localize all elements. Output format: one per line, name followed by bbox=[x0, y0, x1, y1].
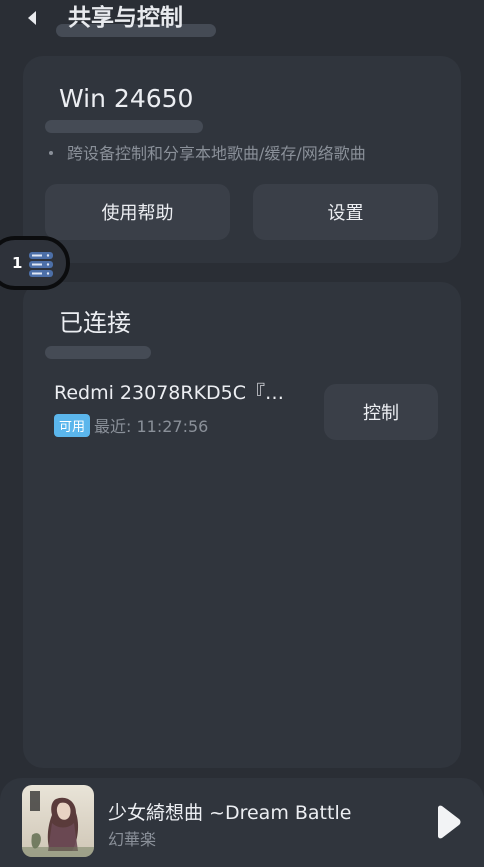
player-bar[interactable]: 少女綺想曲 ~Dream Battle 幻華楽 bbox=[0, 778, 484, 867]
host-description-text: 跨设备控制和分享本地歌曲/缓存/网络歌曲 bbox=[67, 144, 366, 163]
device-meta: 可用 最近: 11:27:56 bbox=[54, 413, 208, 437]
back-arrow-icon bbox=[26, 10, 38, 26]
connected-heading-wrap: 已连接 bbox=[45, 306, 151, 359]
host-name: Win 24650 bbox=[59, 84, 194, 113]
control-button[interactable]: 控制 bbox=[324, 384, 438, 440]
play-icon bbox=[432, 805, 462, 844]
side-indicator[interactable]: 1 bbox=[0, 236, 70, 290]
play-button[interactable] bbox=[432, 804, 468, 840]
connected-heading: 已连接 bbox=[59, 309, 131, 337]
device-name: Redmi 23078RKD5C『… bbox=[54, 382, 285, 404]
page-title: 共享与控制 bbox=[68, 5, 183, 31]
help-button[interactable]: 使用帮助 bbox=[45, 184, 230, 240]
connected-card: 已连接 Redmi 23078RKD5C『… 可用 最近: 11:27:56 控… bbox=[23, 282, 461, 768]
last-seen: 最近: 11:27:56 bbox=[94, 417, 209, 436]
song-title: 少女綺想曲 ~Dream Battle bbox=[108, 802, 352, 824]
status-badge: 可用 bbox=[54, 413, 91, 437]
bullet-dot bbox=[49, 150, 53, 155]
connected-heading-underline bbox=[45, 346, 151, 359]
host-card: Win 24650 跨设备控制和分享本地歌曲/缓存/网络歌曲 使用帮助 设置 bbox=[23, 56, 461, 263]
host-description: 跨设备控制和分享本地歌曲/缓存/网络歌曲 bbox=[49, 140, 366, 164]
header: 共享与控制 bbox=[0, 0, 484, 40]
server-list-icon bbox=[28, 250, 54, 284]
app-page: 共享与控制 Win 24650 跨设备控制和分享本地歌曲/缓存/网络歌曲 使用帮… bbox=[0, 0, 484, 867]
side-count: 1 bbox=[12, 254, 23, 272]
host-heading-underline bbox=[45, 120, 203, 133]
album-cover[interactable] bbox=[22, 785, 94, 857]
page-title-wrap: 共享与控制 bbox=[56, 0, 216, 37]
song-artist: 幻華楽 bbox=[108, 830, 157, 849]
settings-button[interactable]: 设置 bbox=[253, 184, 438, 240]
host-heading-wrap: Win 24650 bbox=[45, 82, 203, 133]
back-button[interactable] bbox=[18, 5, 46, 31]
